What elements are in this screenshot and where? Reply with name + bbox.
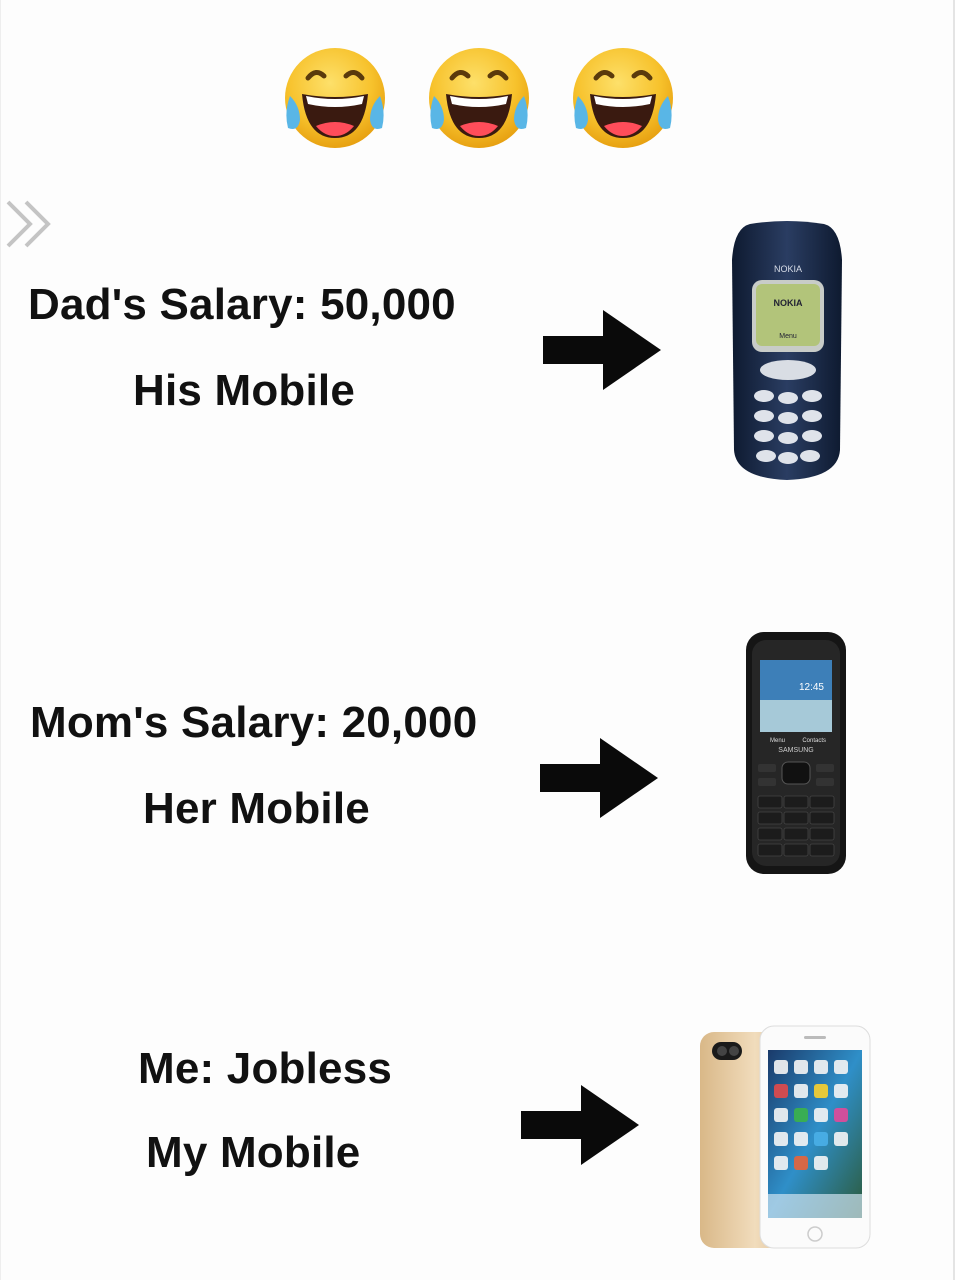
- her-mobile-text: Her Mobile: [143, 784, 370, 833]
- mom-salary-text: Mom's Salary: 20,000: [30, 698, 478, 747]
- laughing-crying-emoji-icon: [429, 48, 529, 148]
- laughing-crying-emoji-icon: [573, 48, 673, 148]
- samsung-contacts-text: Contacts: [802, 738, 826, 744]
- frame-left-border: [0, 0, 1, 1280]
- nokia-screen-text: NOKIA: [774, 298, 804, 308]
- arrow-right-icon: [543, 310, 661, 390]
- iphone-7-plus-image: [700, 1025, 871, 1249]
- laughing-crying-emoji-icon: [285, 48, 385, 148]
- arrow-right-icon: [521, 1085, 639, 1165]
- me-jobless-text: Me: Jobless: [138, 1044, 393, 1093]
- samsung-menu-text: Menu: [770, 738, 785, 744]
- samsung-keypad-phone-image: 12:45 Menu Contacts SAMSUNG: [746, 632, 846, 874]
- samsung-brand-text: SAMSUNG: [778, 747, 813, 754]
- samsung-time-text: 12:45: [799, 682, 824, 693]
- double-chevron-right-icon: [6, 200, 51, 248]
- nokia-brand-text: NOKIA: [774, 264, 802, 274]
- his-mobile-text: His Mobile: [133, 366, 356, 415]
- emoji-row: [0, 40, 955, 160]
- nokia-menu-text: Menu: [779, 333, 797, 340]
- nokia-3310-phone-image: NOKIA NOKIA Menu: [732, 221, 842, 480]
- dad-salary-text: Dad's Salary: 50,000: [28, 280, 456, 329]
- arrow-right-icon: [540, 738, 658, 818]
- my-mobile-text: My Mobile: [146, 1128, 361, 1177]
